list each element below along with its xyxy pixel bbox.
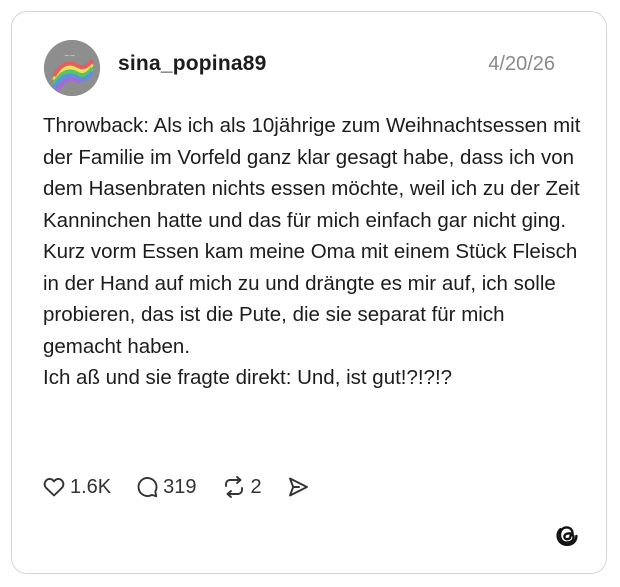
post-paragraph: Kurz vorm Essen kam meine Oma mit einem …	[43, 240, 578, 358]
post-paragraph: Throwback: Als ich als 10jährige zum Wei…	[43, 114, 581, 232]
post-body: Throwback: Als ich als 10jährige zum Wei…	[43, 110, 583, 394]
repost-button[interactable]: 2	[221, 475, 262, 499]
threads-logo-icon	[554, 522, 580, 548]
username[interactable]: sina_popina89	[118, 52, 266, 76]
send-icon	[286, 475, 310, 499]
avatar[interactable]: ~~	[44, 40, 100, 96]
repost-count: 2	[250, 475, 262, 498]
reply-button[interactable]: 319	[135, 475, 197, 499]
heart-icon	[42, 475, 66, 499]
action-bar: 1.6K 319 2	[42, 472, 310, 502]
post-card: ~~ sina_popina89 4/20/26 Throwback: Als …	[11, 11, 607, 574]
reply-count: 319	[163, 475, 197, 498]
repost-icon	[221, 475, 247, 499]
post-paragraph: Ich aß und sie fragte direkt: Und, ist g…	[43, 366, 453, 389]
post-timestamp: 4/20/26	[488, 53, 555, 75]
avatar-image: ~~	[44, 40, 100, 96]
share-button[interactable]	[286, 475, 310, 499]
comment-bubble-icon	[135, 475, 159, 499]
like-count: 1.6K	[70, 475, 112, 498]
like-button[interactable]: 1.6K	[42, 475, 111, 499]
svg-text:~~: ~~	[64, 52, 76, 60]
